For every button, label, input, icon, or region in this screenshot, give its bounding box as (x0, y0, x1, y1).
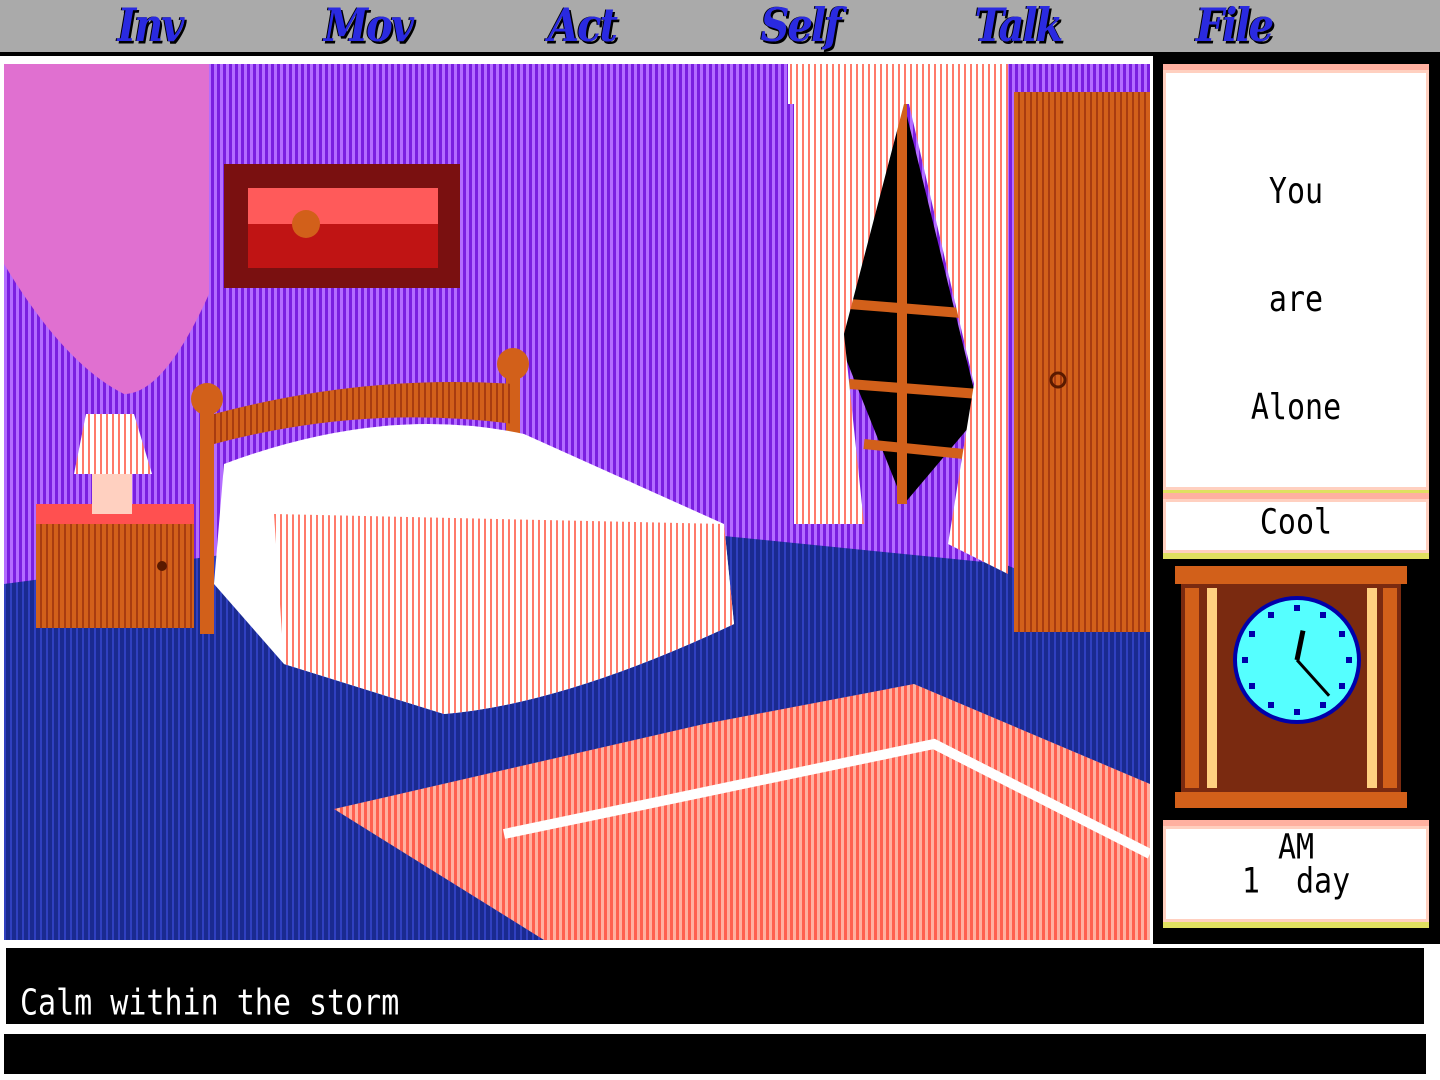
clock-tick (1294, 709, 1300, 715)
mood-panel: Cool (1163, 493, 1429, 559)
clock-tick (1320, 702, 1326, 708)
time-panel: AM 1 day (1163, 820, 1429, 928)
menu-file[interactable]: File (1174, 0, 1294, 56)
companion-line-3: Alone (1250, 386, 1342, 429)
clock-tick (1339, 683, 1345, 689)
status-sidebar: You are Alone Cool AM 1 day (1153, 56, 1440, 944)
companion-panel: You are Alone (1163, 64, 1429, 496)
clock-tick (1268, 612, 1274, 618)
menu-bar: Inv Mov Act Self Talk File (0, 0, 1440, 56)
window[interactable] (788, 64, 1008, 574)
mantel-clock (1171, 560, 1411, 812)
clock-tick (1294, 605, 1300, 611)
day-counter: 1 day (1241, 861, 1351, 902)
command-input-line[interactable] (4, 1034, 1426, 1074)
clock-tick (1249, 683, 1255, 689)
nightstand[interactable] (36, 504, 194, 628)
clock-tick (1249, 631, 1255, 637)
mood-status: Cool (1259, 502, 1333, 543)
message-line: Calm within the storm (4, 946, 1426, 1026)
wall-painting[interactable] (224, 164, 460, 288)
menu-self[interactable]: Self (740, 0, 860, 56)
clock-tick (1339, 631, 1345, 637)
scene-view[interactable] (4, 64, 1150, 940)
clock-tick (1320, 612, 1326, 618)
menu-move[interactable]: Mov (308, 0, 428, 56)
companion-line-2: are (1268, 278, 1324, 321)
companion-line-1: You (1268, 170, 1324, 213)
menu-talk[interactable]: Talk (958, 0, 1078, 56)
divider (0, 1026, 1440, 1034)
clock-tick (1242, 657, 1248, 663)
menu-act[interactable]: Act (522, 0, 642, 56)
clock-tick (1346, 657, 1352, 663)
menu-inventory[interactable]: Inv (90, 0, 210, 56)
message-text: Calm within the storm (20, 982, 400, 1024)
clock-tick (1268, 702, 1274, 708)
wardrobe-door[interactable] (1014, 92, 1150, 632)
